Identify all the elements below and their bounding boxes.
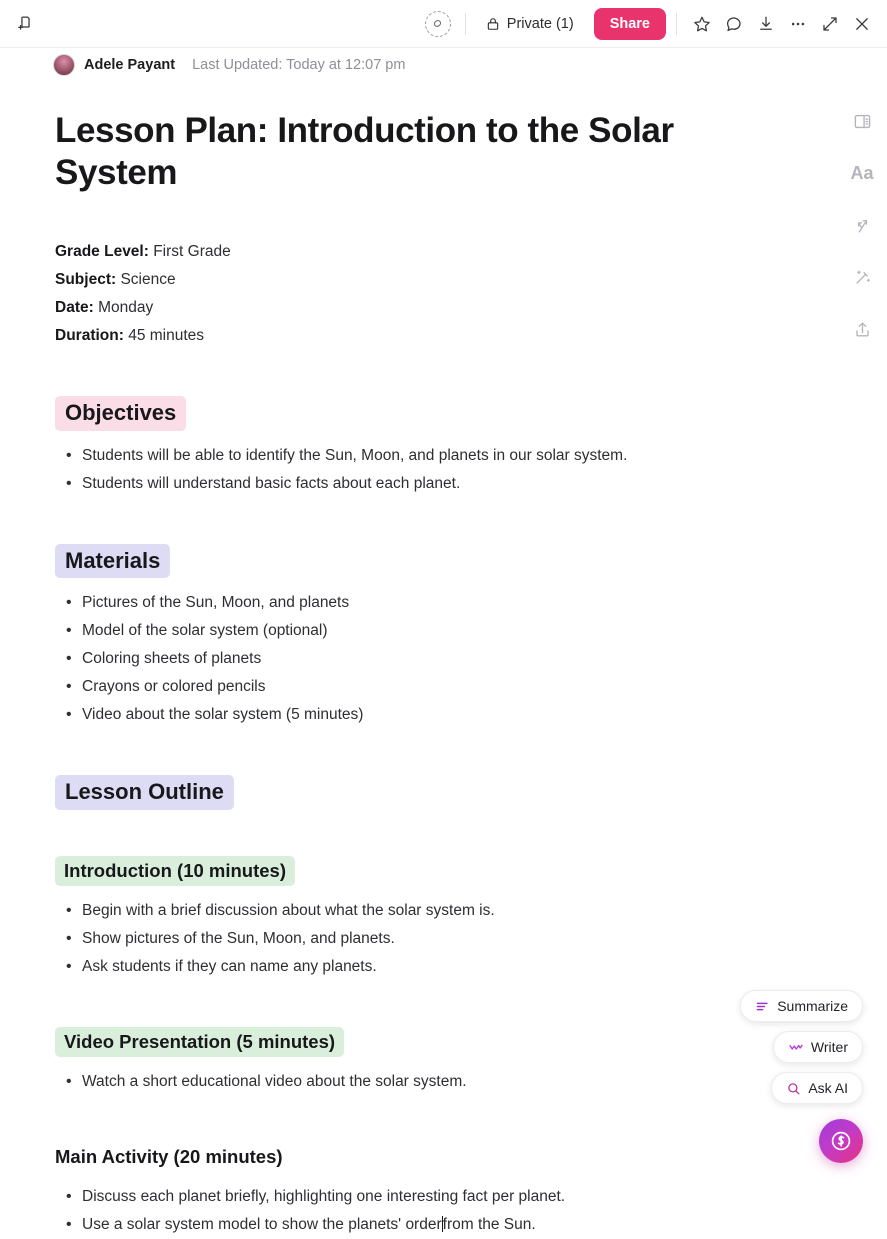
summarize-button[interactable]: Summarize (740, 990, 863, 1022)
comment-icon[interactable] (719, 9, 749, 39)
privacy-label: Private (1) (507, 16, 574, 32)
section-lesson-outline: Lesson Outline (55, 775, 775, 810)
expand-icon[interactable] (815, 9, 845, 39)
toolbar-right-group: Private (1) Share (421, 7, 887, 41)
toolbar-divider-1 (465, 13, 466, 35)
list-item[interactable]: Coloring sheets of planets (55, 645, 775, 673)
presence-avatar-icon[interactable] (421, 7, 455, 41)
field-duration[interactable]: Duration: 45 minutes (55, 322, 775, 350)
panel-layout-icon[interactable] (845, 104, 879, 138)
materials-list: Pictures of the Sun, Moon, and planets M… (55, 589, 775, 729)
list-item[interactable]: Ask students if they can name any planet… (55, 953, 775, 981)
field-label: Grade Level: (55, 243, 149, 260)
more-options-icon[interactable] (783, 9, 813, 39)
right-sidebar: Aa (845, 104, 879, 346)
subsection-main-activity: Main Activity (20 minutes) Discuss each … (55, 1142, 775, 1239)
field-date[interactable]: Date: Monday (55, 294, 775, 322)
ai-action-stack: Summarize Writer Ask AI (740, 990, 863, 1163)
list-item[interactable]: Model of the solar system (optional) (55, 617, 775, 645)
summarize-label: Summarize (777, 998, 848, 1014)
search-icon (786, 1081, 801, 1096)
top-toolbar: Private (1) Share (0, 0, 887, 48)
field-label: Subject: (55, 271, 116, 288)
field-value: Science (120, 271, 175, 288)
list-item-text-before-caret: Use a solar system model to show the pla… (82, 1216, 442, 1233)
list-item[interactable]: Watch a short educational video about th… (55, 1068, 775, 1096)
section-heading-objectives[interactable]: Objectives (55, 396, 186, 431)
summarize-icon (755, 999, 770, 1014)
field-label: Date: (55, 299, 94, 316)
section-heading-lesson-outline[interactable]: Lesson Outline (55, 775, 234, 810)
share-upload-icon[interactable] (845, 312, 879, 346)
subsection-video-presentation: Video Presentation (5 minutes) Watch a s… (55, 1027, 775, 1096)
avatar[interactable] (53, 54, 75, 76)
ask-ai-button[interactable]: Ask AI (771, 1072, 863, 1104)
presence-circle (425, 11, 451, 37)
video-presentation-list: Watch a short educational video about th… (55, 1068, 775, 1096)
field-value: First Grade (153, 243, 231, 260)
subsection-heading-video-presentation[interactable]: Video Presentation (5 minutes) (55, 1027, 344, 1057)
last-updated-label: Last Updated: Today at 12:07 pm (192, 57, 405, 73)
lock-icon (486, 17, 500, 31)
section-heading-materials[interactable]: Materials (55, 544, 170, 579)
author-name: Adele Payant (84, 57, 175, 73)
close-icon[interactable] (847, 9, 877, 39)
list-item[interactable]: Pictures of the Sun, Moon, and planets (55, 589, 775, 617)
field-label: Duration: (55, 327, 124, 344)
page-title[interactable]: Lesson Plan: Introduction to the Solar S… (55, 110, 775, 194)
list-item[interactable]: Use a solar system model to show the pla… (55, 1211, 775, 1239)
download-icon[interactable] (751, 9, 781, 39)
subsection-heading-main-activity[interactable]: Main Activity (20 minutes) (55, 1142, 292, 1172)
toolbar-left-group (0, 9, 40, 39)
document-fields: Grade Level: First Grade Subject: Scienc… (55, 238, 775, 350)
ai-assistant-icon[interactable] (819, 1119, 863, 1163)
objectives-list: Students will be able to identify the Su… (55, 442, 775, 498)
new-page-icon[interactable] (10, 9, 40, 39)
ask-ai-label: Ask AI (808, 1080, 848, 1096)
writer-button[interactable]: Writer (773, 1031, 863, 1063)
field-grade-level[interactable]: Grade Level: First Grade (55, 238, 775, 266)
subsection-introduction: Introduction (10 minutes) Begin with a b… (55, 856, 775, 981)
share-button[interactable]: Share (594, 8, 666, 40)
list-item[interactable]: Students will be able to identify the Su… (55, 442, 775, 470)
document-meta: Adele Payant Last Updated: Today at 12:0… (53, 54, 405, 76)
writer-label: Writer (811, 1039, 848, 1055)
field-subject[interactable]: Subject: Science (55, 266, 775, 294)
section-materials: Materials Pictures of the Sun, Moon, and… (55, 544, 775, 730)
document-body[interactable]: Lesson Plan: Introduction to the Solar S… (0, 96, 830, 1239)
introduction-list: Begin with a brief discussion about what… (55, 897, 775, 981)
list-item[interactable]: Students will understand basic facts abo… (55, 470, 775, 498)
field-value: Monday (98, 299, 153, 316)
main-activity-list: Discuss each planet briefly, highlightin… (55, 1183, 775, 1239)
magic-wand-icon[interactable] (845, 260, 879, 294)
subsection-heading-introduction[interactable]: Introduction (10 minutes) (55, 856, 295, 886)
list-item[interactable]: Discuss each planet briefly, highlightin… (55, 1183, 775, 1211)
text-style-icon[interactable]: Aa (845, 156, 879, 190)
section-objectives: Objectives Students will be able to iden… (55, 396, 775, 498)
field-value: 45 minutes (128, 327, 204, 344)
list-item[interactable]: Crayons or colored pencils (55, 673, 775, 701)
toolbar-divider-2 (676, 13, 677, 35)
star-icon[interactable] (687, 9, 717, 39)
text-style-label: Aa (850, 163, 873, 184)
list-item[interactable]: Begin with a brief discussion about what… (55, 897, 775, 925)
privacy-button[interactable]: Private (1) (476, 10, 584, 38)
convert-arrows-icon[interactable] (845, 208, 879, 242)
list-item[interactable]: Show pictures of the Sun, Moon, and plan… (55, 925, 775, 953)
writer-icon (788, 1039, 804, 1055)
list-item-text-after-caret: from the Sun. (443, 1216, 536, 1233)
list-item[interactable]: Video about the solar system (5 minutes) (55, 701, 775, 729)
